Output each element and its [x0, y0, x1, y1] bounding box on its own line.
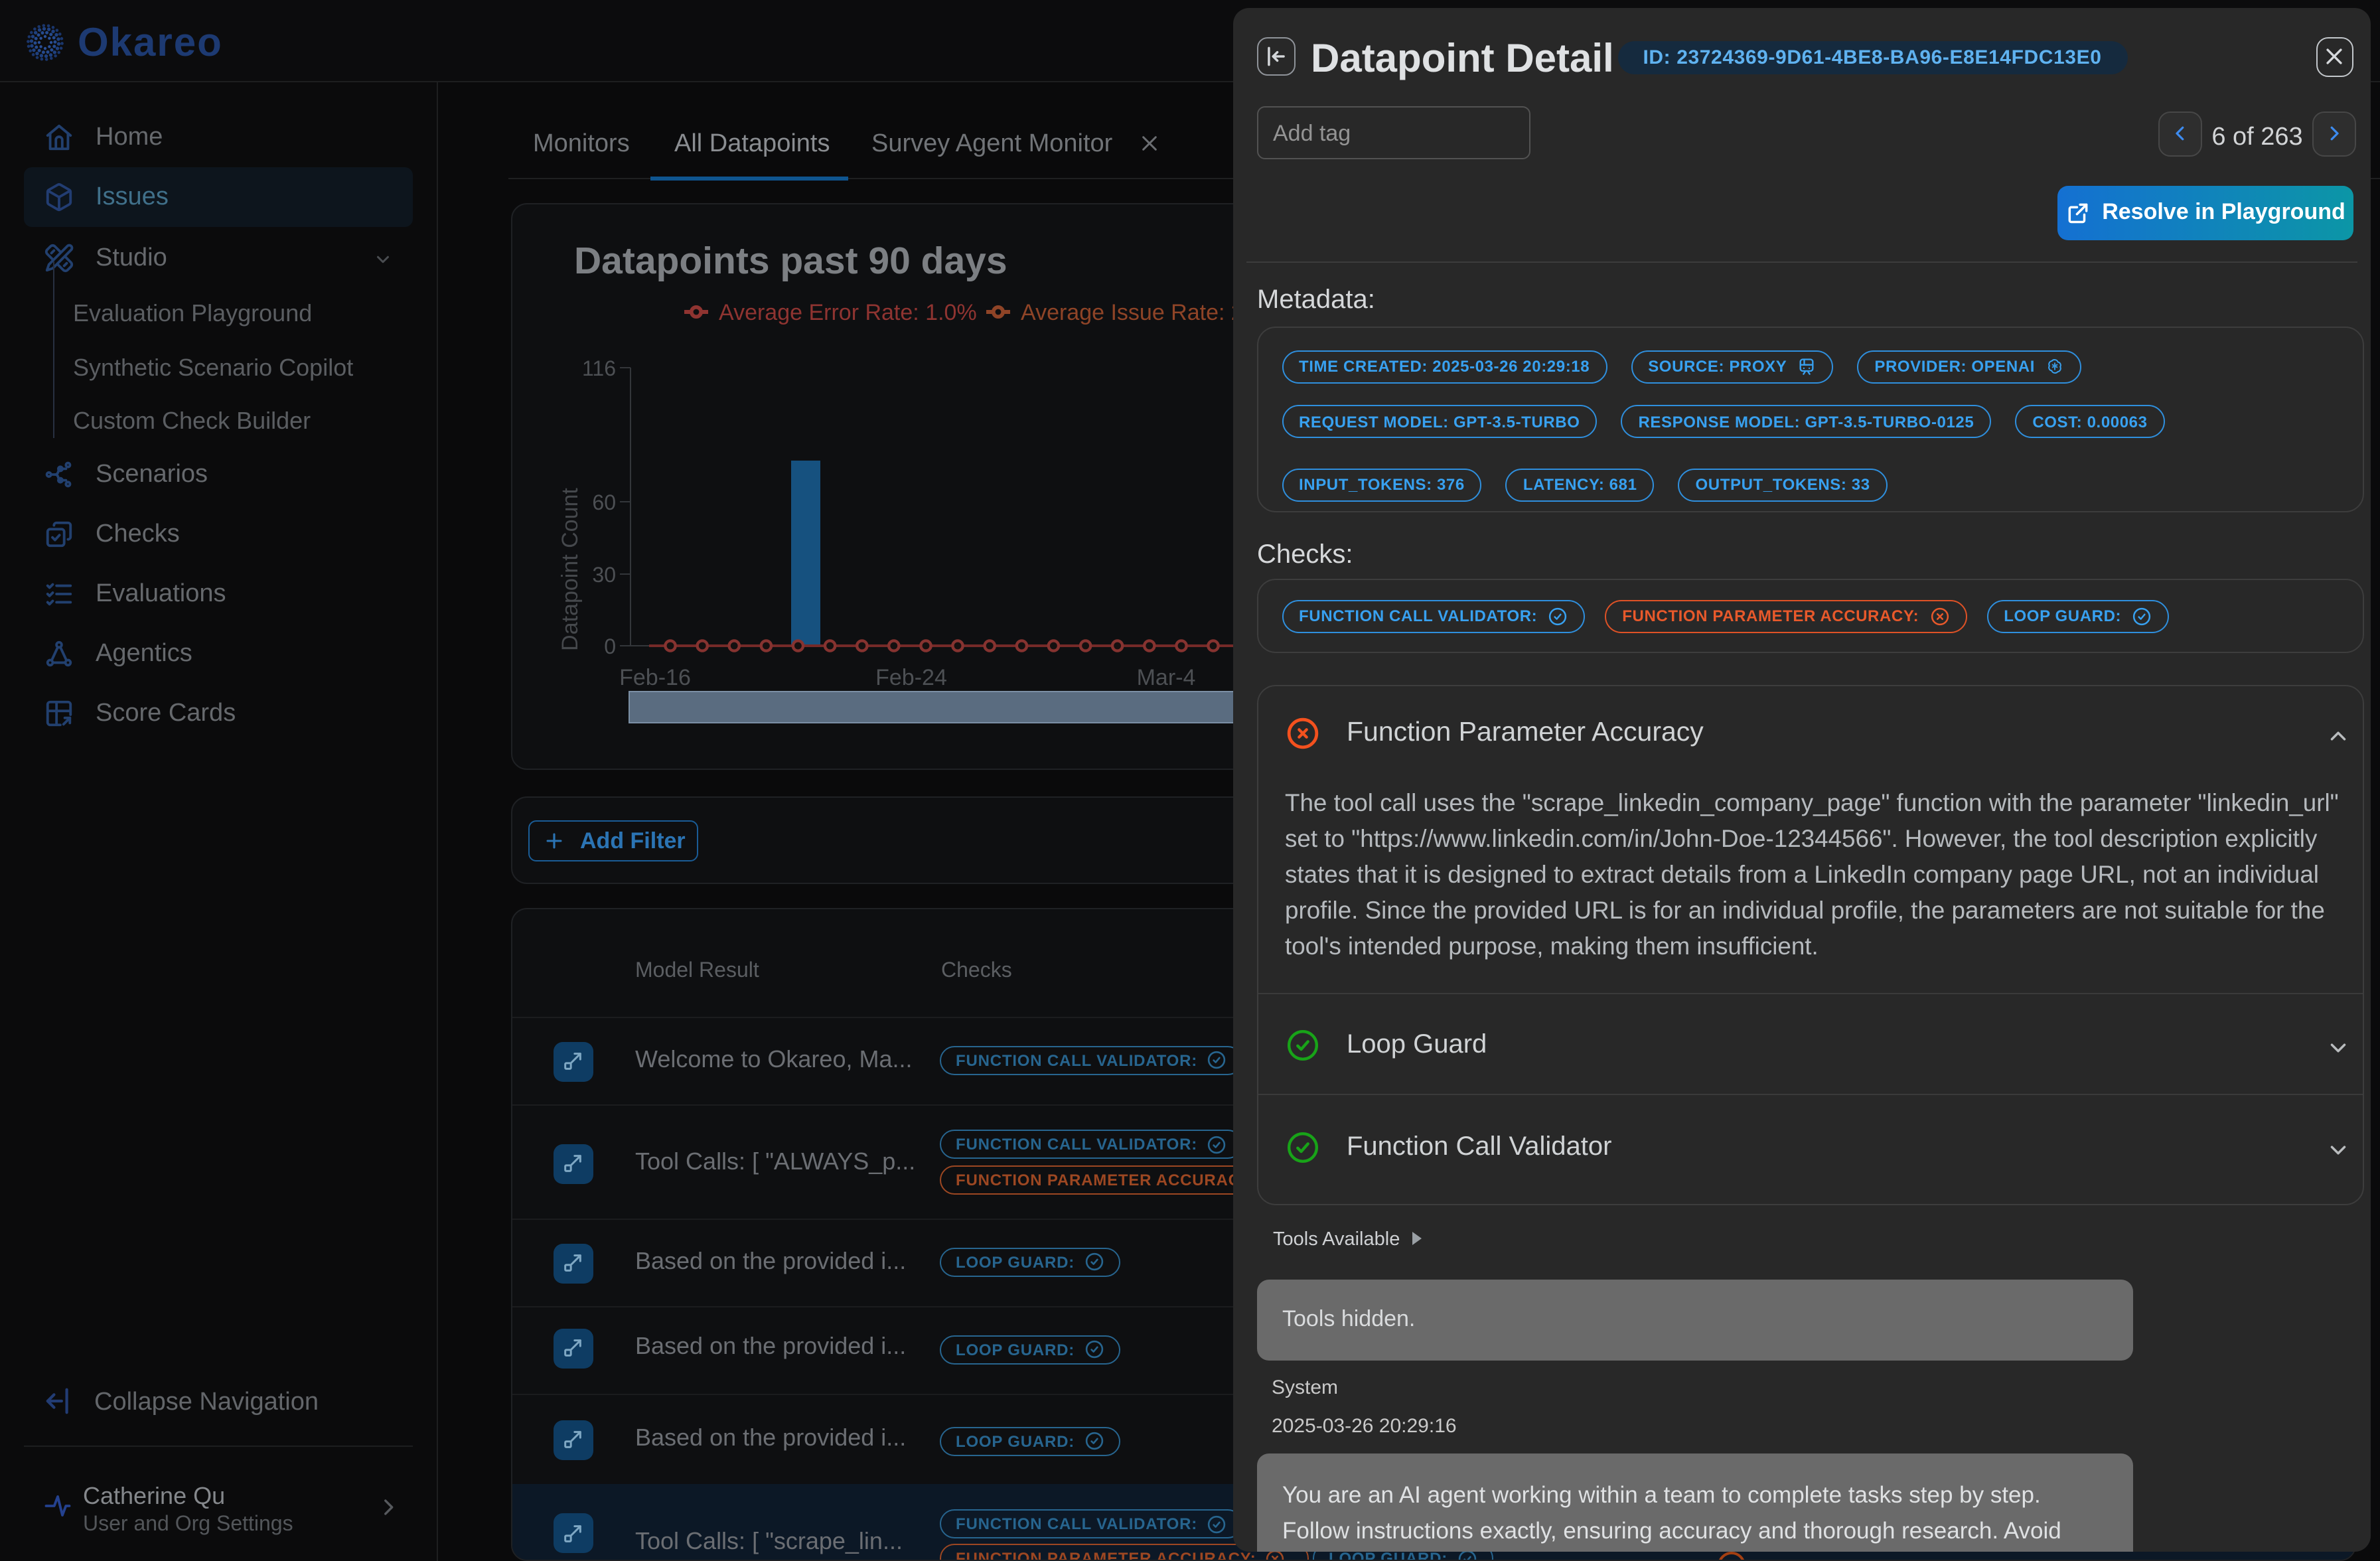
- svg-text:30: 30: [592, 563, 616, 587]
- svg-text:Datapoint Count: Datapoint Count: [558, 488, 583, 651]
- svg-text:Mar-4: Mar-4: [1137, 665, 1196, 690]
- svg-text:0: 0: [604, 634, 616, 658]
- svg-text:Feb-24: Feb-24: [875, 665, 947, 690]
- svg-text:Feb-16: Feb-16: [619, 665, 691, 690]
- svg-text:Average Error Rate: 1.0%: Average Error Rate: 1.0%: [719, 300, 977, 325]
- svg-text:116: 116: [582, 356, 616, 380]
- svg-text:60: 60: [592, 490, 616, 514]
